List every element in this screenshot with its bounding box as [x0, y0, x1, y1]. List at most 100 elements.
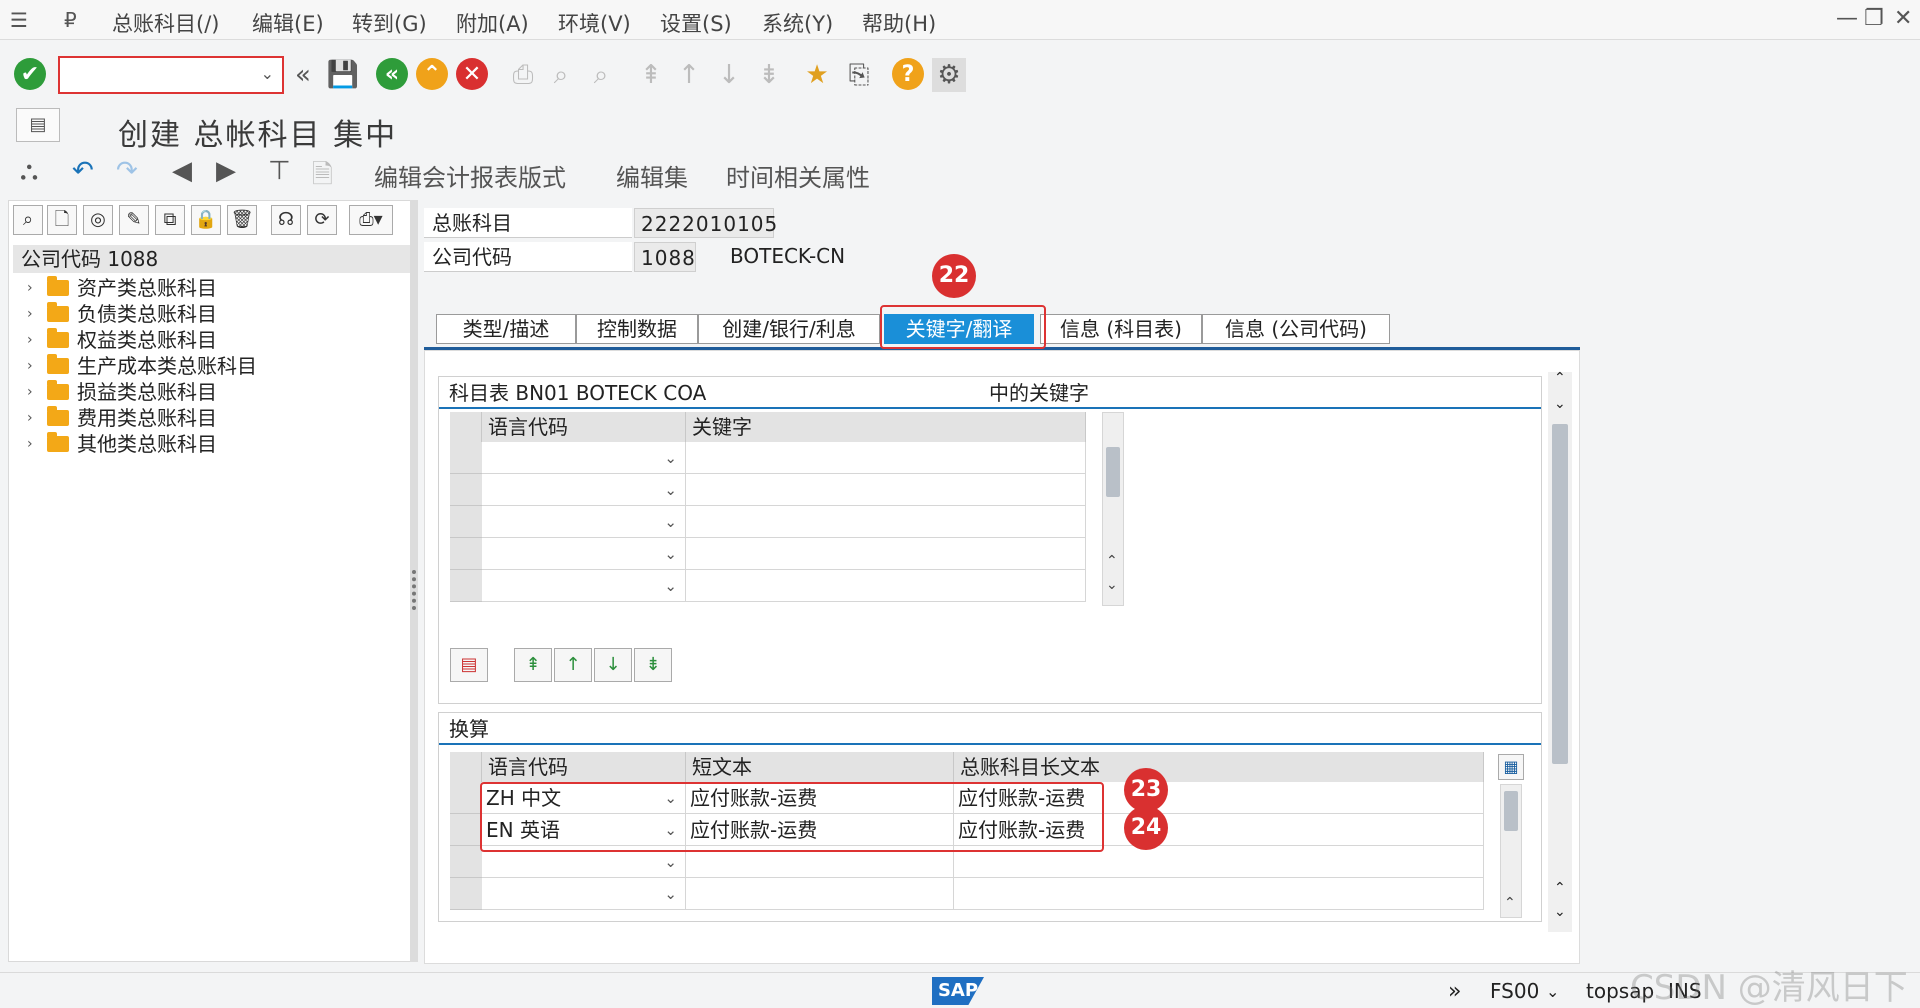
tab-info-company-code[interactable]: 信息 (公司代码): [1202, 314, 1390, 344]
previous-icon[interactable]: ◀: [172, 156, 192, 186]
translation-scrollbar[interactable]: ⌃: [1500, 784, 1522, 918]
hierarchy-icon[interactable]: ⛬: [20, 156, 38, 187]
column-header[interactable]: 关键字: [686, 412, 1086, 442]
next-page-icon[interactable]: ↓: [712, 58, 746, 92]
short-text-input[interactable]: [686, 878, 954, 910]
time-dependent-button[interactable]: 时间相关属性: [726, 158, 870, 193]
long-text-input[interactable]: [954, 878, 1484, 910]
menu-icon[interactable]: ☰: [10, 8, 28, 32]
restore-icon[interactable]: ❐: [1864, 6, 1884, 31]
screen-menu-icon[interactable]: ▤: [16, 108, 60, 142]
row-selector[interactable]: [450, 442, 482, 474]
headset-icon[interactable]: ☊: [271, 205, 301, 235]
pencil-icon[interactable]: ✎: [119, 205, 149, 235]
chevron-down-icon[interactable]: ⌄: [664, 878, 677, 910]
binoculars-icon[interactable]: ⌕: [13, 205, 43, 235]
keyword-input[interactable]: [686, 474, 1086, 506]
scroll-down-icon[interactable]: ⌄: [1554, 904, 1566, 920]
chevron-down-icon[interactable]: ⌄: [1546, 982, 1559, 1001]
scrollbar-thumb[interactable]: [1106, 447, 1120, 497]
find-next-icon[interactable]: ⌕: [584, 58, 618, 92]
column-header[interactable]: 总账科目长文本: [954, 752, 1484, 782]
close-window-icon[interactable]: ✕: [1894, 6, 1912, 31]
language-select[interactable]: ⌄: [482, 538, 686, 570]
chevron-right-icon[interactable]: ›: [27, 379, 43, 405]
row-selector-header[interactable]: [450, 752, 482, 782]
create-session-icon[interactable]: ★: [800, 58, 834, 92]
column-header[interactable]: 语言代码: [482, 412, 686, 442]
scrollbar-thumb[interactable]: [1552, 424, 1568, 764]
edit-set-button[interactable]: 编辑集: [616, 158, 688, 193]
tree-header[interactable]: 公司代码 1088: [13, 245, 411, 273]
double-chevron-right-icon[interactable]: »: [1448, 979, 1461, 1004]
menu-environment[interactable]: 环境(V): [558, 8, 631, 38]
help-icon[interactable]: ?: [892, 58, 924, 90]
tab-create-bank-interest[interactable]: 创建/银行/利息: [698, 314, 880, 344]
tree-item[interactable]: › 权益类总账科目: [27, 327, 217, 353]
prev-page-icon[interactable]: ↑: [672, 58, 706, 92]
chevron-down-icon[interactable]: ⌄: [664, 442, 677, 474]
new-document-icon[interactable]: 🗋: [47, 205, 77, 235]
cancel-icon[interactable]: ✕: [456, 58, 488, 90]
scroll-up-icon[interactable]: ⌃: [1106, 553, 1118, 569]
row-selector[interactable]: [450, 570, 482, 602]
next-icon[interactable]: ▶: [216, 156, 236, 186]
row-selector-header[interactable]: [450, 412, 482, 442]
row-selector[interactable]: [450, 474, 482, 506]
enter-icon[interactable]: ✔: [14, 58, 46, 90]
redo-icon[interactable]: ↷: [116, 156, 138, 186]
tab-control-data[interactable]: 控制数据: [576, 314, 698, 344]
command-field[interactable]: ⌄: [58, 56, 284, 94]
trash-icon[interactable]: 🗑: [227, 205, 257, 235]
tree-item[interactable]: › 损益类总账科目: [27, 379, 217, 405]
chevron-down-icon[interactable]: ⌄: [664, 570, 677, 602]
scroll-down-icon[interactable]: ⌄: [1554, 396, 1566, 412]
chevron-right-icon[interactable]: ›: [27, 353, 43, 379]
menu-edit[interactable]: 编辑(E): [252, 8, 324, 38]
menu-system[interactable]: 系统(Y): [762, 8, 833, 38]
scrollbar-thumb[interactable]: [1504, 791, 1518, 831]
row-selector[interactable]: [450, 814, 482, 846]
document-icon[interactable]: 🗎: [312, 156, 333, 200]
language-select[interactable]: ⌄: [482, 570, 686, 602]
tree-item[interactable]: › 负债类总账科目: [27, 301, 217, 327]
first-page-icon[interactable]: ⇞: [634, 58, 668, 92]
menu-goto[interactable]: 转到(G): [352, 8, 427, 38]
template-icon[interactable]: ⊤: [268, 156, 291, 186]
double-chevron-left-icon[interactable]: «: [286, 58, 320, 92]
chevron-down-icon[interactable]: ⌄: [664, 474, 677, 506]
tree-item[interactable]: › 费用类总账科目: [27, 405, 217, 431]
scroll-up-icon[interactable]: ⌃: [1504, 895, 1516, 911]
scroll-down-icon[interactable]: ⌄: [1106, 577, 1118, 593]
copy-icon[interactable]: ⧉: [155, 205, 185, 235]
tab-type-description[interactable]: 类型/描述: [436, 314, 576, 344]
scroll-up-icon[interactable]: ⌃: [1554, 880, 1566, 896]
edit-fs-version-button[interactable]: 编辑会计报表版式: [374, 158, 566, 193]
first-entry-icon[interactable]: ⇞: [514, 648, 552, 682]
keyword-input[interactable]: [686, 538, 1086, 570]
language-select[interactable]: ⌄: [482, 878, 686, 910]
chevron-down-icon[interactable]: ⌄: [664, 538, 677, 570]
chevron-right-icon[interactable]: ›: [27, 431, 43, 457]
command-input[interactable]: [60, 58, 282, 92]
keywords-scrollbar[interactable]: ⌃ ⌄: [1102, 412, 1124, 606]
chevron-right-icon[interactable]: ›: [27, 405, 43, 431]
keyword-input[interactable]: [686, 506, 1086, 538]
back-icon[interactable]: «: [376, 58, 408, 90]
save-icon[interactable]: 💾: [326, 58, 360, 92]
last-page-icon[interactable]: ⇟: [752, 58, 786, 92]
sap-p-icon[interactable]: ₽: [64, 8, 77, 32]
minimize-icon[interactable]: —: [1836, 6, 1858, 31]
row-selector[interactable]: [450, 846, 482, 878]
table-settings-icon[interactable]: ▦: [1498, 754, 1524, 780]
menu-extras[interactable]: 附加(A): [456, 8, 529, 38]
lock-icon[interactable]: 🔒: [191, 205, 221, 235]
display-icon[interactable]: ◎: [83, 205, 113, 235]
tree-item[interactable]: › 资产类总账科目: [27, 275, 217, 301]
menu-help[interactable]: 帮助(H): [862, 8, 936, 38]
keyword-input[interactable]: [686, 442, 1086, 474]
row-selector[interactable]: [450, 538, 482, 570]
menu-gl-account[interactable]: 总账科目(/): [112, 8, 219, 38]
last-entry-icon[interactable]: ⇟: [634, 648, 672, 682]
shortcut-icon[interactable]: ⎘: [842, 58, 876, 92]
